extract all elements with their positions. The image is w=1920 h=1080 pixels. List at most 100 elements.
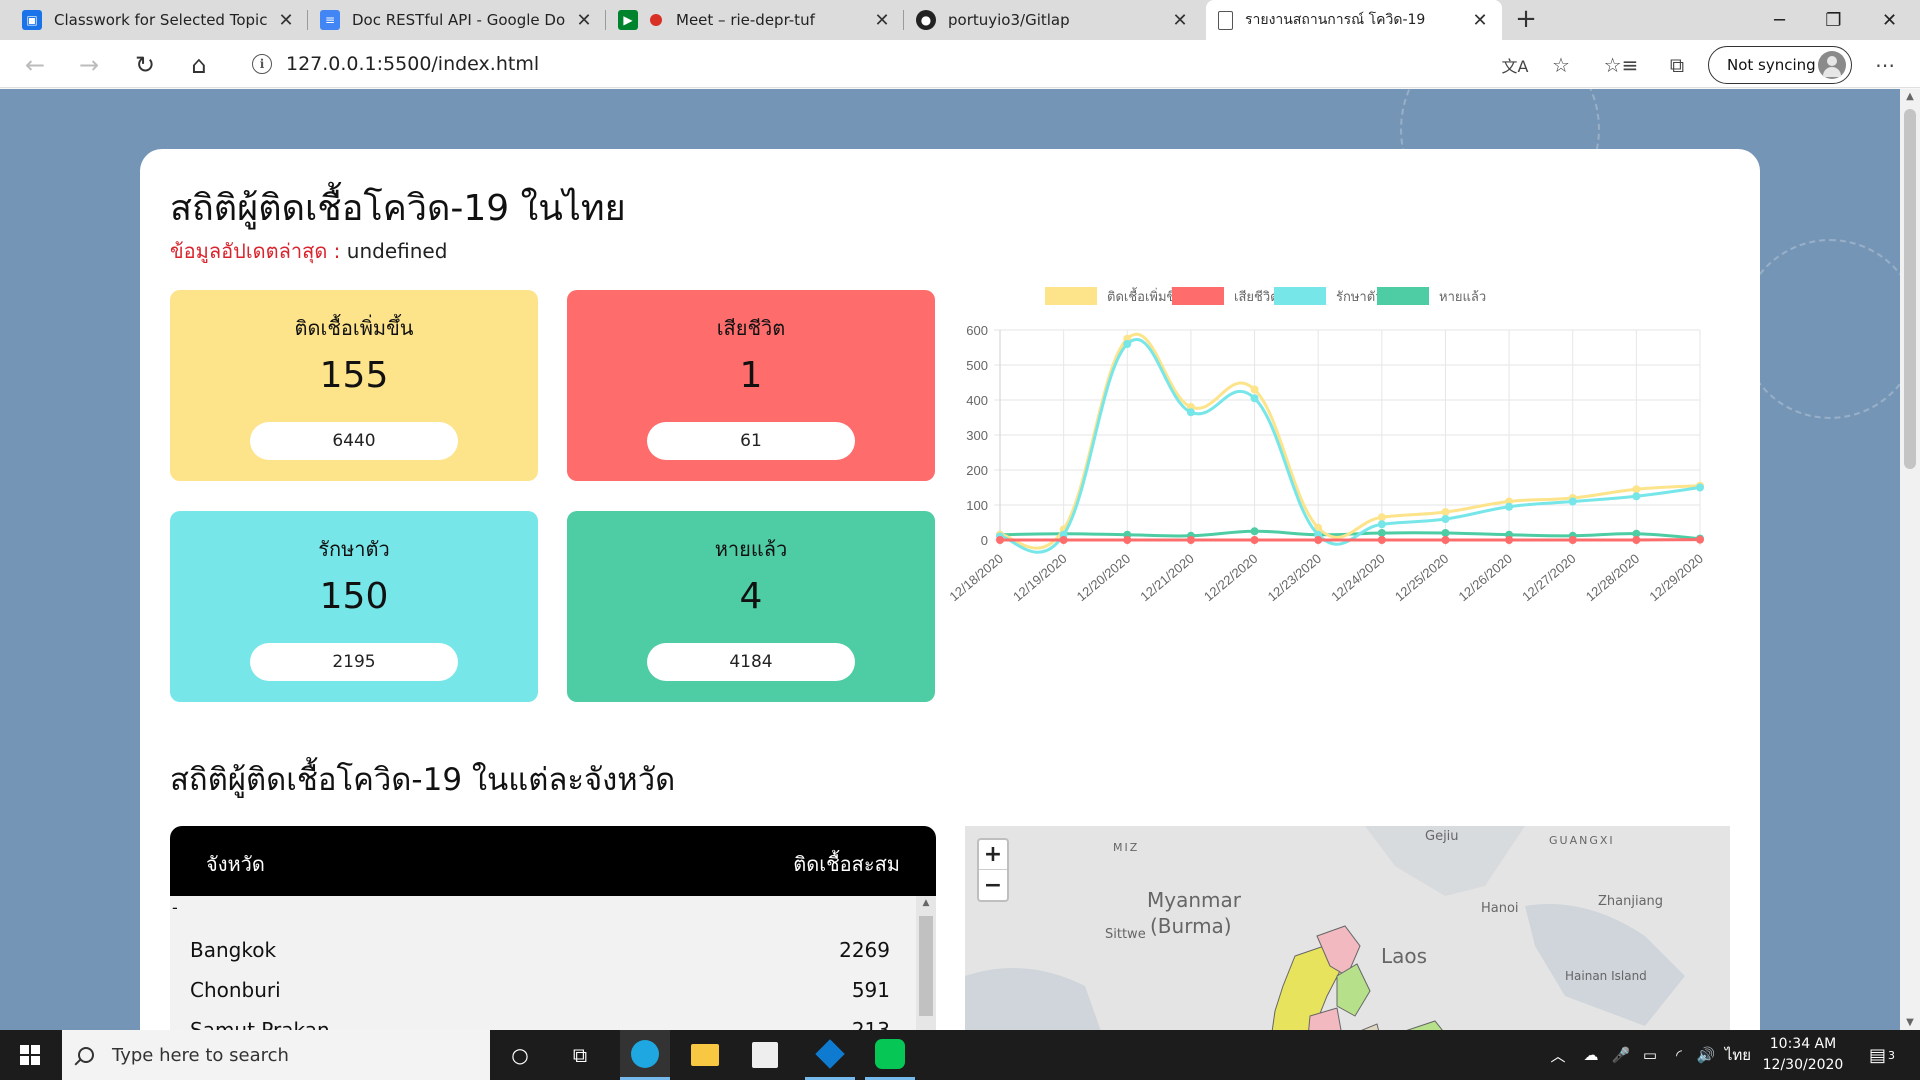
scroll-up-arrow[interactable]: ▲	[1900, 91, 1920, 102]
chart-svg: 010020030040050060012/18/2020 12/19/2020 1…	[950, 287, 1706, 604]
classroom-icon: ▣	[22, 10, 42, 30]
microphone-icon[interactable]: 🎤	[1608, 1030, 1634, 1080]
windows-logo-icon	[20, 1045, 40, 1065]
scroll-down-arrow[interactable]: ▼	[1900, 1017, 1920, 1028]
tab-bar: ▣ Classwork for Selected Topic (2/2 ✕ ≡ …	[0, 0, 1920, 40]
data-point	[1059, 536, 1068, 544]
scroll-up-arrow[interactable]: ▲	[916, 898, 936, 908]
forward-button[interactable]: →	[72, 48, 106, 82]
table-header: จังหวัด ติดเชื้อสะสม	[170, 826, 936, 896]
data-point	[1250, 385, 1259, 394]
close-icon[interactable]: ✕	[574, 10, 594, 31]
more-menu-icon[interactable]: ⋯	[1868, 48, 1902, 82]
data-point	[1377, 520, 1386, 529]
zoom-in-button[interactable]: +	[979, 840, 1007, 870]
page-icon	[1218, 10, 1233, 30]
row-cases: 591	[851, 978, 890, 1002]
wifi-icon[interactable]: ◜	[1666, 1030, 1692, 1080]
tab-covid-report[interactable]: รายงานสถานการณ์ โควิด-19 ✕	[1206, 0, 1502, 40]
file-explorer-icon[interactable]	[680, 1030, 730, 1080]
tray-chevron-icon[interactable]: ︿	[1546, 1030, 1570, 1080]
line-app-icon[interactable]	[865, 1030, 915, 1080]
network-error-icon[interactable]: ☁	[1578, 1030, 1604, 1080]
x-tick-label: 12/29/2020	[1646, 551, 1705, 604]
data-point	[1568, 536, 1577, 544]
province-map[interactable]: Myanmar (Burma) Laos Gejiu Hanoi Zhanjia…	[965, 826, 1730, 1030]
start-button[interactable]	[0, 1030, 60, 1080]
data-point	[1505, 502, 1514, 511]
translate-icon[interactable]: 文A	[1498, 48, 1532, 82]
data-point	[1632, 485, 1641, 494]
map-label: Hanoi	[1481, 901, 1519, 916]
x-tick-label: 12/21/2020	[1137, 551, 1196, 604]
taskbar-clock[interactable]: 10:34 AM 12/30/2020	[1758, 1034, 1848, 1076]
url-text[interactable]: 127.0.0.1:5500/index.html	[286, 53, 539, 75]
close-icon[interactable]: ✕	[872, 10, 892, 31]
stat-card-new-cases: ติดเชื้อเพิ่มขึ้น 155 6440	[170, 290, 538, 481]
map-label: Gejiu	[1425, 829, 1459, 844]
stat-value: 1	[739, 355, 763, 396]
cortana-icon[interactable]: ○	[500, 1030, 540, 1080]
table-row: -	[170, 890, 915, 930]
store-icon[interactable]	[740, 1030, 790, 1080]
tab-classwork[interactable]: ▣ Classwork for Selected Topic (2/2 ✕	[10, 0, 308, 40]
favorites-icon[interactable]: ☆≡	[1604, 48, 1639, 82]
volume-icon[interactable]: 🔊	[1692, 1030, 1720, 1080]
row-cases: 213	[851, 1018, 890, 1030]
edge-taskbar-icon[interactable]	[620, 1030, 670, 1080]
favorite-star-icon[interactable]: ☆	[1544, 48, 1578, 82]
map-label: GUANGXI	[1549, 834, 1615, 847]
data-point	[1377, 536, 1386, 544]
collections-icon[interactable]: ⧉	[1660, 48, 1694, 82]
profile-sync-button[interactable]: Not syncing	[1708, 46, 1852, 84]
tab-google-docs[interactable]: ≡ Doc RESTful API - Google Docs ✕	[308, 0, 606, 40]
covid-line-chart: 0 100 200 300 400 500 600 12/18/2020 12/19/2020 1…	[950, 279, 1730, 619]
close-icon[interactable]: ✕	[276, 10, 296, 31]
back-button[interactable]: ←	[18, 48, 52, 82]
data-point	[996, 536, 1004, 544]
tab-meet[interactable]: ▶ Meet – rie-depr-tuf ✕	[606, 0, 904, 40]
battery-icon[interactable]: ▭	[1636, 1030, 1664, 1080]
updated-label: ข้อมูลอัปเดตล่าสุด :	[170, 239, 341, 263]
address-bar[interactable]: i 127.0.0.1:5500/index.html	[236, 45, 1586, 83]
task-view-icon[interactable]: ⧉	[560, 1030, 600, 1080]
tab-title: รายงานสถานการณ์ โควิด-19	[1245, 12, 1426, 28]
info-icon[interactable]: i	[252, 54, 272, 74]
tab-title: portuyio3/Gitlap	[948, 11, 1070, 29]
taskbar-search[interactable]: Type here to search	[62, 1030, 490, 1080]
province-section-title: สถิติผู้ติดเชื้อโควิด-19 ในแต่ละจังหวัด	[170, 762, 676, 798]
scroll-thumb[interactable]	[1904, 109, 1916, 469]
home-button[interactable]: ⌂	[182, 48, 216, 82]
notification-center-icon[interactable]: ▤ 3	[1862, 1030, 1902, 1080]
browser-toolbar: ← → ↻ ⌂ i 127.0.0.1:5500/index.html 文A ☆…	[0, 40, 1920, 88]
restore-button[interactable]: ❐	[1806, 0, 1861, 40]
close-icon[interactable]: ✕	[1170, 10, 1190, 31]
table-row: Bangkok 2269	[170, 930, 915, 970]
tab-github[interactable]: ● portuyio3/Gitlap ✕	[904, 0, 1202, 40]
page-scrollbar[interactable]: ▲ ▼	[1900, 89, 1920, 1030]
vscode-icon[interactable]	[805, 1030, 855, 1080]
github-icon: ●	[916, 10, 936, 30]
legend-label: เสียชีวิต	[1234, 289, 1279, 305]
series-line	[999, 338, 1701, 554]
x-tick-label: 12/20/2020	[1074, 551, 1133, 604]
stat-card-hospitalized: รักษาตัว 150 2195	[170, 511, 538, 702]
map-label: (Burma)	[1150, 914, 1232, 938]
input-language[interactable]: ไทย	[1722, 1030, 1754, 1080]
x-tick-label: 12/19/2020	[1010, 551, 1069, 604]
close-window-button[interactable]: ✕	[1862, 0, 1917, 40]
x-tick-label: 12/18/2020	[950, 551, 1006, 604]
data-point	[1123, 536, 1132, 544]
data-point	[1186, 408, 1195, 417]
legend-label: หายแล้ว	[1439, 290, 1486, 305]
refresh-button[interactable]: ↻	[128, 48, 162, 82]
minimize-button[interactable]: ─	[1752, 0, 1807, 40]
close-icon[interactable]: ✕	[1470, 10, 1490, 31]
col-province-header: จังหวัด	[206, 852, 265, 876]
data-point	[1314, 536, 1323, 544]
table-body[interactable]: - Bangkok 2269 Chonburi 591 Samut Prakan…	[170, 896, 936, 1030]
zoom-out-button[interactable]: −	[979, 870, 1007, 900]
new-tab-button[interactable]: +	[1510, 4, 1542, 34]
scroll-thumb[interactable]	[919, 916, 933, 1016]
table-scrollbar[interactable]: ▲	[916, 896, 936, 1030]
